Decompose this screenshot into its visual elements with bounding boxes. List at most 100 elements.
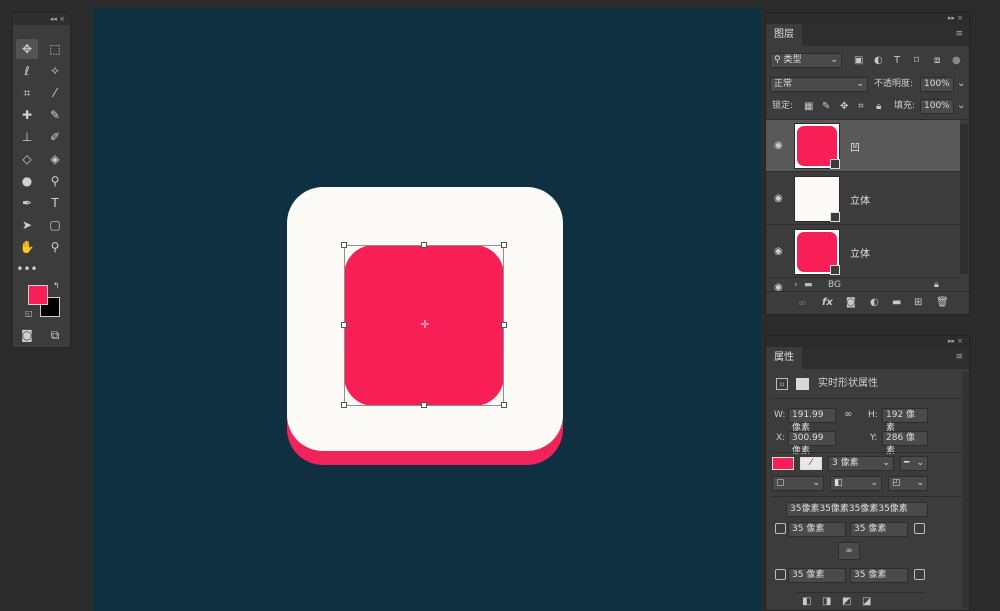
magic-wand-tool-icon[interactable]: ✧	[44, 61, 66, 81]
clone-stamp-tool-icon[interactable]: ⊥	[16, 127, 38, 147]
exclude-shapes-icon[interactable]: ◪	[862, 596, 871, 608]
adjustment-filter-icon[interactable]: ◐	[874, 55, 883, 67]
chevron-down-icon[interactable]: ⌄	[957, 100, 965, 112]
lock-artboard-icon[interactable]: ⌗	[858, 101, 864, 113]
eyedropper-tool-icon[interactable]: ⁄	[44, 83, 66, 103]
visibility-eye-icon[interactable]: ◉	[774, 140, 783, 151]
layer-row[interactable]: ◉ 立体	[766, 173, 960, 225]
corner-tl-input[interactable]: 35 像素	[788, 522, 846, 537]
width-input[interactable]: 191.99 像素	[788, 408, 836, 433]
properties-panel-header[interactable]: ▸▸ ×	[766, 336, 969, 347]
marquee-tool-icon[interactable]: ⬚	[44, 39, 66, 59]
screen-mode-icon[interactable]: ⧉	[44, 325, 66, 345]
stroke-type-select[interactable]: ━ ⌄	[900, 456, 928, 471]
properties-scrollbar[interactable]	[962, 372, 969, 608]
hand-tool-icon[interactable]: ✋	[16, 237, 38, 257]
dodge-tool-icon[interactable]: ⚲	[44, 171, 66, 191]
lock-image-icon[interactable]: ✎	[822, 101, 830, 113]
layer-name[interactable]: 立体	[850, 192, 870, 207]
transform-handle-left[interactable]	[341, 322, 347, 328]
layer-row[interactable]: ◉ 立体	[766, 226, 960, 278]
adjustment-icon[interactable]: ◐	[870, 297, 879, 309]
paint-bucket-tool-icon[interactable]: ◈	[44, 149, 66, 169]
tab-layers[interactable]: 图层	[766, 24, 802, 46]
blend-mode-select[interactable]: 正常 ⌄	[770, 77, 868, 92]
corner-radii-all-input[interactable]: 35像素35像素35像素35像素	[786, 502, 928, 517]
fill-input[interactable]: 100%	[920, 99, 954, 114]
combine-shapes-icon[interactable]: ◧	[802, 596, 811, 608]
crop-tool-icon[interactable]: ⌗	[16, 83, 38, 103]
height-input[interactable]: 192 像素	[882, 408, 928, 433]
toolbox-header[interactable]: ◂◂ ×	[13, 13, 70, 25]
layer-group-row[interactable]: ◉ › ▬ BG 🔒︎	[766, 279, 960, 291]
move-tool-icon[interactable]: ✥	[16, 39, 38, 59]
more-tools-icon[interactable]: •••	[16, 259, 38, 279]
swap-colors-icon[interactable]: ↰	[53, 281, 60, 290]
pen-tool-icon[interactable]: ✒	[16, 193, 38, 213]
stroke-color-swatch[interactable]: ⁄	[800, 457, 822, 470]
layer-row[interactable]: ◉ 凹	[766, 120, 960, 172]
trash-icon[interactable]: 🗑︎	[936, 297, 949, 309]
visibility-eye-icon[interactable]: ◉	[774, 193, 783, 204]
group-name[interactable]: BG	[828, 280, 841, 290]
smart-object-filter-icon[interactable]: ⧈	[934, 55, 940, 67]
rectangle-tool-icon[interactable]: ▢	[44, 215, 66, 235]
stroke-join-select[interactable]: ◰ ⌄	[888, 476, 928, 491]
chevron-down-icon[interactable]: ⌄	[957, 78, 965, 90]
tab-properties[interactable]: 属性	[766, 347, 802, 369]
type-filter-icon[interactable]: T	[894, 55, 900, 67]
lasso-tool-icon[interactable]: ℓ	[16, 61, 38, 81]
corner-bl-input[interactable]: 35 像素	[788, 568, 846, 583]
layers-panel-header[interactable]: ▸▸ ×	[766, 13, 969, 24]
transform-handle-right[interactable]	[501, 322, 507, 328]
fill-color-swatch[interactable]	[772, 457, 794, 470]
opacity-input[interactable]: 100%	[920, 77, 954, 92]
new-layer-icon[interactable]: ⊞	[914, 297, 922, 309]
brush-tool-icon[interactable]: ✎	[44, 105, 66, 125]
link-dimensions-icon[interactable]: ∞	[844, 409, 852, 421]
filter-toggle-icon[interactable]: ●	[952, 55, 961, 67]
panel-menu-icon[interactable]: ≡	[955, 352, 963, 362]
layer-name[interactable]: 凹	[850, 139, 860, 154]
stroke-cap-select[interactable]: ◧ ⌄	[830, 476, 882, 491]
quick-mask-icon[interactable]: ◙	[16, 325, 38, 345]
stroke-width-input[interactable]: 3 像素 ⌄	[828, 456, 894, 471]
layers-scrollbar[interactable]	[960, 124, 968, 274]
lock-transparent-icon[interactable]: ▦	[804, 101, 813, 113]
mask-properties-icon[interactable]	[796, 378, 809, 390]
subtract-shapes-icon[interactable]: ◨	[822, 596, 831, 608]
transform-handle-tr[interactable]	[501, 242, 507, 248]
healing-brush-tool-icon[interactable]: ✚	[16, 105, 38, 125]
default-colors-icon[interactable]: ◱	[25, 309, 33, 318]
lock-position-icon[interactable]: ✥	[840, 101, 848, 113]
link-icon[interactable]: ∞	[798, 298, 806, 310]
visibility-eye-icon[interactable]: ◉	[774, 246, 783, 257]
transform-handle-top[interactable]	[421, 242, 427, 248]
stroke-align-select[interactable]: ▢ ⌄	[772, 476, 824, 491]
folder-icon[interactable]: ▬	[892, 297, 901, 309]
transform-handle-bl[interactable]	[341, 402, 347, 408]
layer-filter-select[interactable]: ⚲ 类型 ⌄	[770, 53, 842, 68]
y-input[interactable]: 286 像素	[882, 431, 928, 456]
corner-tr-input[interactable]: 35 像素	[850, 522, 908, 537]
transform-handle-bottom[interactable]	[421, 402, 427, 408]
history-brush-tool-icon[interactable]: ✐	[44, 127, 66, 147]
x-input[interactable]: 300.99 像素	[788, 431, 836, 456]
zoom-tool-icon[interactable]: ⚲	[44, 237, 66, 257]
path-selection-tool-icon[interactable]: ➤	[16, 215, 38, 235]
group-expand-icon[interactable]: ›	[794, 280, 798, 290]
transform-handle-br[interactable]	[501, 402, 507, 408]
mask-icon[interactable]: ◙	[846, 297, 856, 309]
panel-menu-icon[interactable]: ≡	[955, 29, 963, 39]
eraser-tool-icon[interactable]: ◇	[16, 149, 38, 169]
link-corners-button[interactable]: ∞	[838, 542, 860, 560]
corner-br-input[interactable]: 35 像素	[850, 568, 908, 583]
lock-all-icon[interactable]: 🔒︎	[876, 101, 881, 113]
layer-name[interactable]: 立体	[850, 245, 870, 260]
pixel-filter-icon[interactable]: ▣	[854, 55, 863, 67]
type-tool-icon[interactable]: T	[44, 193, 66, 213]
foreground-color-swatch[interactable]	[28, 285, 48, 305]
intersect-shapes-icon[interactable]: ◩	[842, 596, 851, 608]
blur-tool-icon[interactable]: ●	[16, 171, 38, 191]
transform-handle-tl[interactable]	[341, 242, 347, 248]
